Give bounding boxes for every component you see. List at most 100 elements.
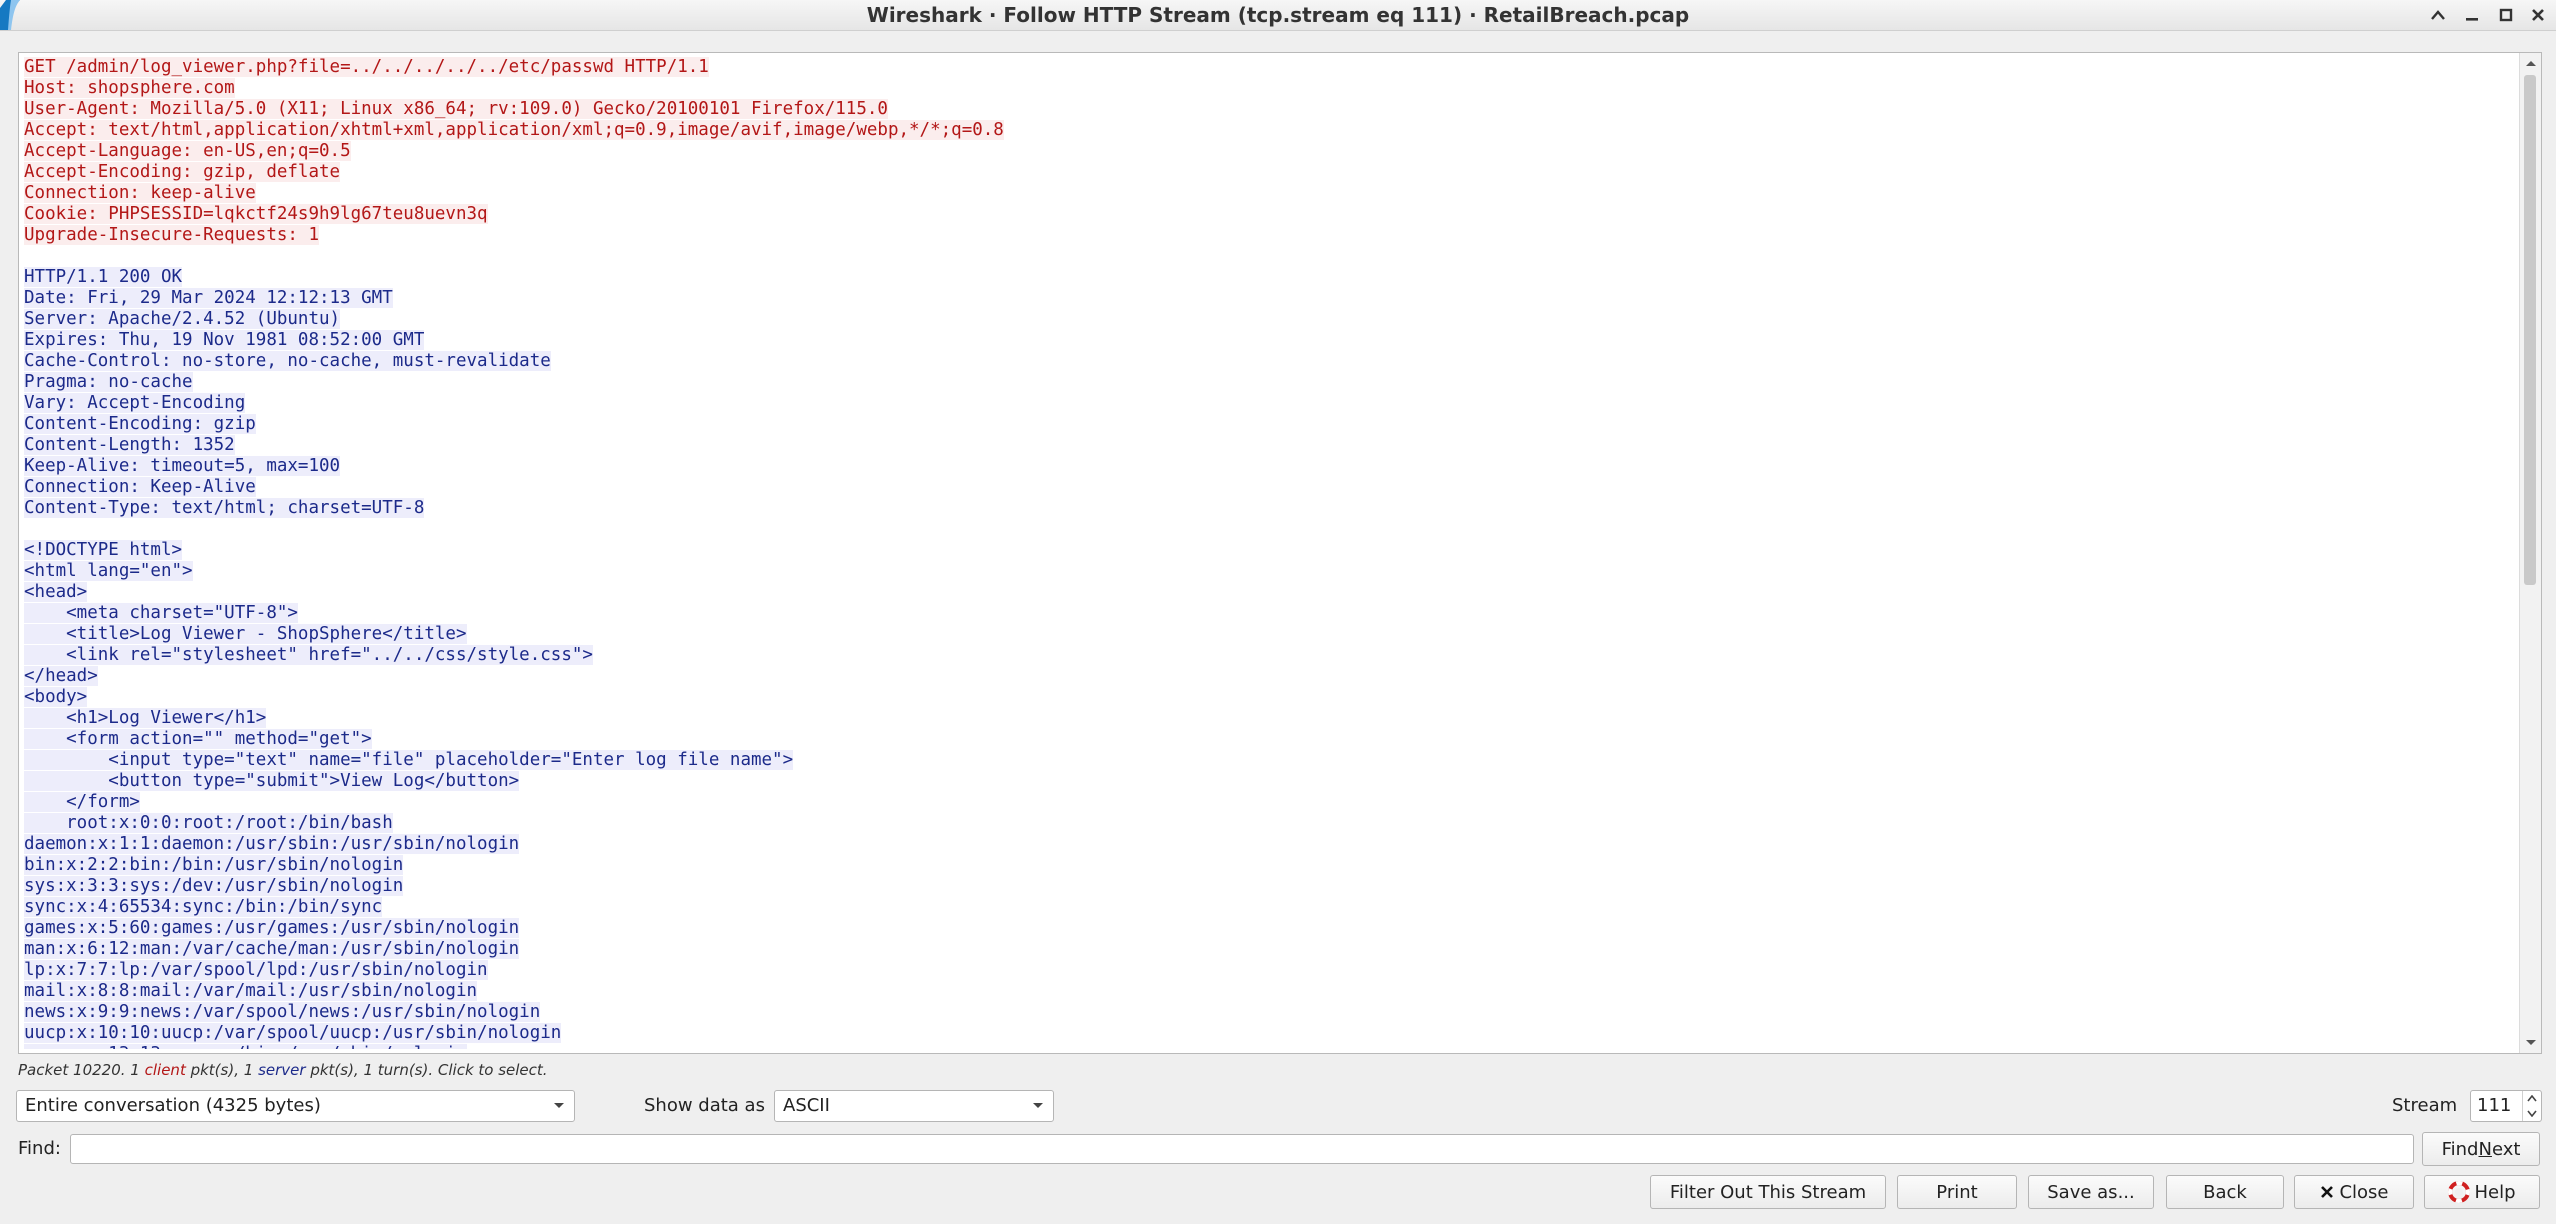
stream-line-text: proxy:x:13:13:proxy:/bin:/usr/sbin/nolog…: [24, 1044, 467, 1049]
client-request-line: Cookie: PHPSESSID=lqkctf24s9h9lg67teu8ue…: [24, 204, 2514, 225]
help-button[interactable]: Help: [2424, 1175, 2540, 1209]
title-bar[interactable]: Wireshark · Follow HTTP Stream (tcp.stre…: [0, 0, 2556, 31]
server-response-line: Expires: Thu, 19 Nov 1981 08:52:00 GMT: [24, 330, 2514, 351]
stream-line-text: news:x:9:9:news:/var/spool/news:/usr/sbi…: [24, 1002, 541, 1022]
client-label: client: [144, 1061, 186, 1079]
find-next-label-pre: Find: [2441, 1138, 2479, 1160]
help-lifebuoy-icon: [2448, 1181, 2471, 1203]
server-response-line: Content-Encoding: gzip: [24, 414, 2514, 435]
stream-line-text: man:x:6:12:man:/var/cache/man:/usr/sbin/…: [24, 939, 520, 959]
server-response-line: Content-Length: 1352: [24, 435, 2514, 456]
client-request-line: Upgrade-Insecure-Requests: 1: [24, 225, 2514, 246]
stream-line-text: User-Agent: Mozilla/5.0 (X11; Linux x86_…: [24, 99, 888, 119]
client-request-line: Host: shopsphere.com: [24, 78, 2514, 99]
window-collapse-button[interactable]: [2422, 0, 2454, 30]
stream-line-text: Connection: Keep-Alive: [24, 477, 256, 497]
minimize-button[interactable]: [2456, 0, 2488, 30]
server-response-line: <h1>Log Viewer</h1>: [24, 708, 2514, 729]
stream-decrement-button[interactable]: [2523, 1106, 2541, 1121]
stream-content[interactable]: GET /admin/log_viewer.php?file=../../../…: [24, 57, 2514, 1049]
server-response-line: <form action="" method="get">: [24, 729, 2514, 750]
vertical-scrollbar[interactable]: [2519, 53, 2541, 1053]
show-data-as-value: ASCII: [783, 1095, 830, 1116]
stream-number-spinbox[interactable]: 111: [2470, 1090, 2542, 1122]
stream-line-text: Upgrade-Insecure-Requests: 1: [24, 225, 320, 245]
find-next-button[interactable]: Find Next: [2422, 1132, 2540, 1166]
server-response-line: bin:x:2:2:bin:/bin:/usr/sbin/nologin: [24, 855, 2514, 876]
server-response-line: lp:x:7:7:lp:/var/spool/lpd:/usr/sbin/nol…: [24, 960, 2514, 981]
server-response-line: sync:x:4:65534:sync:/bin:/bin/sync: [24, 897, 2514, 918]
server-response-line: Content-Type: text/html; charset=UTF-8: [24, 498, 2514, 519]
server-response-line: Cache-Control: no-store, no-cache, must-…: [24, 351, 2514, 372]
stream-line-text: Date: Fri, 29 Mar 2024 12:12:13 GMT: [24, 288, 393, 308]
stream-line-text: Pragma: no-cache: [24, 372, 193, 392]
server-response-line: uucp:x:10:10:uucp:/var/spool/uucp:/usr/s…: [24, 1023, 2514, 1044]
stream-line-text: Accept-Encoding: gzip, deflate: [24, 162, 341, 182]
stream-line-text: <body>: [24, 687, 88, 707]
server-response-line: sys:x:3:3:sys:/dev:/usr/sbin/nologin: [24, 876, 2514, 897]
show-data-label: Show data as: [644, 1095, 765, 1116]
stream-line-text: Expires: Thu, 19 Nov 1981 08:52:00 GMT: [24, 330, 425, 350]
stream-line-text: <input type="text" name="file" placehold…: [24, 750, 794, 770]
stream-line-text: <html lang="en">: [24, 561, 193, 581]
stream-line-text: <h1>Log Viewer</h1>: [24, 708, 267, 728]
server-response-line: <!DOCTYPE html>: [24, 540, 2514, 561]
stream-line-text: </form>: [24, 792, 140, 812]
filter-out-stream-button[interactable]: Filter Out This Stream: [1650, 1175, 1886, 1209]
client-request-line: Accept-Language: en-US,en;q=0.5: [24, 141, 2514, 162]
server-response-line: Vary: Accept-Encoding: [24, 393, 2514, 414]
stream-line-text: Vary: Accept-Encoding: [24, 393, 246, 413]
server-response-line: man:x:6:12:man:/var/cache/man:/usr/sbin/…: [24, 939, 2514, 960]
stream-line-text: lp:x:7:7:lp:/var/spool/lpd:/usr/sbin/nol…: [24, 960, 488, 980]
find-next-label-post: ext: [2491, 1138, 2521, 1160]
stream-line-text: Server: Apache/2.4.52 (Ubuntu): [24, 309, 341, 329]
stream-line-text: Content-Length: 1352: [24, 435, 235, 455]
client-request-line: User-Agent: Mozilla/5.0 (X11; Linux x86_…: [24, 99, 2514, 120]
stream-line-text: root:x:0:0:root:/root:/bin/bash: [24, 813, 393, 833]
stream-line-text: Keep-Alive: timeout=5, max=100: [24, 456, 341, 476]
packet-summary[interactable]: Packet 10220. 1 client pkt(s), 1 server …: [18, 1061, 548, 1079]
close-button[interactable]: Close: [2294, 1175, 2414, 1209]
stream-line-text: <!DOCTYPE html>: [24, 540, 183, 560]
stream-line-text: <head>: [24, 582, 88, 602]
scroll-up-button[interactable]: [2520, 53, 2541, 73]
server-response-line: daemon:x:1:1:daemon:/usr/sbin:/usr/sbin/…: [24, 834, 2514, 855]
stream-line-text: bin:x:2:2:bin:/bin:/usr/sbin/nologin: [24, 855, 404, 875]
save-as-button[interactable]: Save as...: [2028, 1175, 2154, 1209]
close-window-button[interactable]: [2522, 0, 2554, 30]
back-button[interactable]: Back: [2166, 1175, 2284, 1209]
stream-text-view[interactable]: GET /admin/log_viewer.php?file=../../../…: [18, 52, 2542, 1054]
scrollbar-thumb[interactable]: [2524, 75, 2536, 585]
help-button-label: Help: [2474, 1181, 2516, 1203]
print-button[interactable]: Print: [1897, 1175, 2017, 1209]
x-icon: [2321, 1186, 2334, 1198]
stream-line-text: Connection: keep-alive: [24, 183, 256, 203]
server-response-line: Pragma: no-cache: [24, 372, 2514, 393]
stream-line-text: Content-Encoding: gzip: [24, 414, 256, 434]
server-response-line: root:x:0:0:root:/root:/bin/bash: [24, 813, 2514, 834]
server-response-line: <link rel="stylesheet" href="../../css/s…: [24, 645, 2514, 666]
stream-line-text: sync:x:4:65534:sync:/bin:/bin/sync: [24, 897, 383, 917]
find-input[interactable]: [70, 1134, 2414, 1164]
server-response-line: <html lang="en">: [24, 561, 2514, 582]
chevron-down-icon: [550, 1091, 568, 1121]
stream-line-text: <form action="" method="get">: [24, 729, 372, 749]
stream-line-text: Accept: text/html,application/xhtml+xml,…: [24, 120, 1004, 140]
stream-line-text: Cache-Control: no-store, no-cache, must-…: [24, 351, 551, 371]
close-icon: [2532, 9, 2544, 21]
stream-increment-button[interactable]: [2523, 1091, 2541, 1106]
stream-line-text: mail:x:8:8:mail:/var/mail:/usr/sbin/nolo…: [24, 981, 478, 1001]
stream-line-text: </head>: [24, 666, 98, 686]
scroll-down-button[interactable]: [2520, 1033, 2541, 1053]
minimize-icon: [2466, 18, 2478, 21]
client-request-line: Connection: keep-alive: [24, 183, 2514, 204]
stream-line-text: Cookie: PHPSESSID=lqkctf24s9h9lg67teu8ue…: [24, 204, 488, 224]
show-data-as-select[interactable]: ASCII: [774, 1090, 1054, 1122]
maximize-button[interactable]: [2490, 0, 2522, 30]
stream-line-text: games:x:5:60:games:/usr/games:/usr/sbin/…: [24, 918, 520, 938]
chevron-up-icon: [2525, 61, 2536, 66]
conversation-select[interactable]: Entire conversation (4325 bytes): [16, 1090, 575, 1122]
server-response-line: <body>: [24, 687, 2514, 708]
